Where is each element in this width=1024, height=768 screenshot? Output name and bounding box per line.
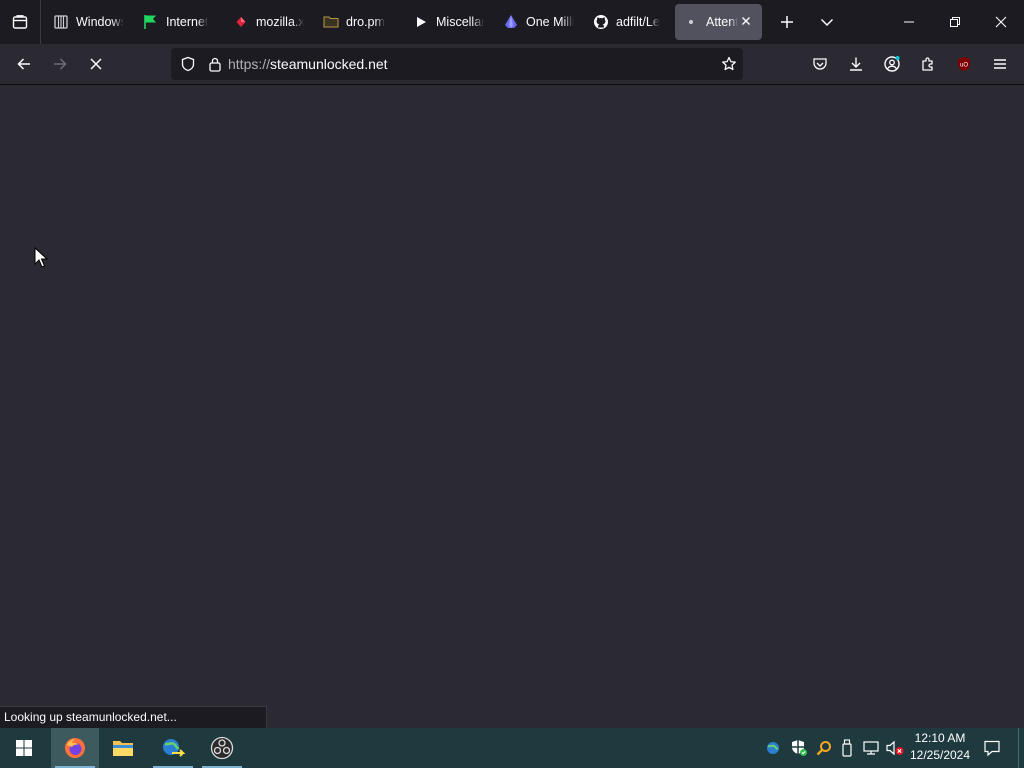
tab-internet[interactable]: Internet: [135, 4, 222, 40]
loading-dot-icon: [683, 14, 699, 30]
back-button[interactable]: [6, 48, 42, 80]
firefox-view-icon: [12, 15, 28, 29]
tab-label: Miscellaneous: [436, 15, 484, 29]
account-icon: [884, 56, 900, 72]
play-icon: [413, 14, 429, 30]
url-text[interactable]: https://steamunlocked.net: [228, 56, 388, 72]
tab-windows[interactable]: Windows: [45, 4, 132, 40]
tab-dropm[interactable]: dro.pm: [315, 4, 402, 40]
lock-icon[interactable]: [208, 56, 222, 72]
action-center-button[interactable]: [978, 728, 1006, 768]
restore-button[interactable]: [932, 0, 978, 44]
toolbar-right: uO: [802, 48, 1018, 80]
pocket-icon: [813, 58, 827, 70]
tray-search[interactable]: [814, 728, 834, 768]
folder-icon: [113, 741, 133, 756]
arrow-left-icon: [17, 58, 30, 70]
ublock-button[interactable]: uO: [946, 48, 982, 80]
columns-icon: [53, 14, 69, 30]
url-protocol: https://: [228, 56, 271, 72]
hamburger-menu-icon: [994, 59, 1006, 69]
clock-date: 12/25/2024: [909, 748, 971, 762]
close-window-button[interactable]: [978, 0, 1024, 44]
stop-button[interactable]: [78, 48, 114, 80]
clock-time: 12:10 AM: [914, 731, 966, 745]
tab-one-million[interactable]: One Million: [495, 4, 582, 40]
ublock-icon: uO: [958, 57, 970, 71]
windows-logo-icon: [16, 740, 32, 756]
tab-label: Windows: [76, 15, 124, 29]
url-bar[interactable]: https://steamunlocked.net: [171, 48, 743, 80]
close-tab-icon[interactable]: [739, 14, 753, 33]
show-desktop-button[interactable]: [1018, 728, 1024, 768]
downloads-button[interactable]: [838, 48, 874, 80]
mouse-cursor-icon: [34, 247, 48, 268]
tray-security[interactable]: [789, 728, 809, 768]
tab-attention-required[interactable]: Attention Required: [675, 4, 762, 40]
system-clock[interactable]: 12:10 AM 12/25/2024: [906, 730, 974, 766]
green-flag-icon: [143, 14, 159, 30]
minimize-icon: [904, 21, 914, 23]
tab-label: mozilla.xyz: [256, 15, 304, 29]
tab-mozilla[interactable]: mozilla.xyz: [225, 4, 312, 40]
forward-button[interactable]: [42, 48, 78, 80]
app-menu-button[interactable]: [982, 48, 1018, 80]
download-icon: [850, 57, 862, 71]
start-button[interactable]: [0, 728, 48, 768]
tracking-protection-icon[interactable]: [180, 56, 196, 72]
firefox-view-button[interactable]: [0, 0, 41, 44]
firefox-icon: [65, 738, 85, 758]
minimize-button[interactable]: [886, 0, 932, 44]
tab-label: Internet: [166, 15, 209, 29]
taskbar-obs[interactable]: [198, 728, 246, 768]
restore-icon: [950, 17, 960, 27]
tray-network[interactable]: [860, 728, 882, 768]
account-button[interactable]: [874, 48, 910, 80]
globe-network-icon: [767, 742, 779, 754]
tray-volume[interactable]: [884, 728, 906, 768]
tab-adfilt[interactable]: adfilt/Le: [585, 4, 672, 40]
page-content: Looking up steamunlocked.net...: [0, 85, 1024, 728]
new-tab-button[interactable]: [767, 0, 807, 44]
list-all-tabs-button[interactable]: [807, 0, 847, 44]
url-host: steamunlocked.net: [270, 56, 388, 72]
bookmark-star-icon[interactable]: [721, 56, 737, 72]
tab-label: dro.pm: [346, 15, 385, 29]
svg-text:uO: uO: [960, 63, 968, 69]
close-icon: [995, 16, 1007, 28]
tab-label: Attention Required: [706, 15, 738, 29]
tray-network-tool[interactable]: [764, 728, 784, 768]
tab-label: adfilt/Le: [616, 15, 660, 29]
pocket-button[interactable]: [802, 48, 838, 80]
folder-icon: [323, 14, 339, 30]
tab-strip: Windows Internet mozilla.xyz dro.pm Misc…: [0, 0, 1024, 44]
stop-x-icon: [90, 58, 102, 70]
taskbar-network-tool[interactable]: [149, 728, 197, 768]
network-monitor-icon: [863, 741, 879, 755]
arrow-right-icon: [54, 58, 67, 70]
magnifier-icon: [816, 741, 831, 756]
shield-check-icon: [792, 740, 807, 756]
chevron-down-icon: [820, 18, 834, 27]
taskbar-file-explorer[interactable]: [99, 728, 147, 768]
extensions-button[interactable]: [910, 48, 946, 80]
blue-logo-icon: [503, 14, 519, 30]
tray-usb[interactable]: [838, 728, 856, 768]
status-panel: Looking up steamunlocked.net...: [0, 706, 267, 728]
obs-icon: [210, 736, 234, 760]
tabs-container: Windows Internet mozilla.xyz dro.pm Misc…: [45, 0, 765, 44]
github-icon: [593, 14, 609, 30]
tab-miscellaneous[interactable]: Miscellaneous: [405, 4, 492, 40]
taskbar-firefox[interactable]: [51, 728, 99, 768]
puzzle-icon: [922, 57, 933, 71]
globe-network-icon: [163, 739, 186, 757]
volume-muted-icon: [886, 740, 904, 756]
plus-icon: [781, 16, 793, 28]
tab-label: One Million: [526, 15, 574, 29]
navigation-toolbar: https://steamunlocked.net uO: [0, 44, 1024, 85]
windows-taskbar: 12:10 AM 12/25/2024: [0, 728, 1024, 768]
usb-device-icon: [842, 739, 852, 757]
red-gem-icon: [233, 14, 249, 30]
notification-icon: [984, 740, 1000, 757]
